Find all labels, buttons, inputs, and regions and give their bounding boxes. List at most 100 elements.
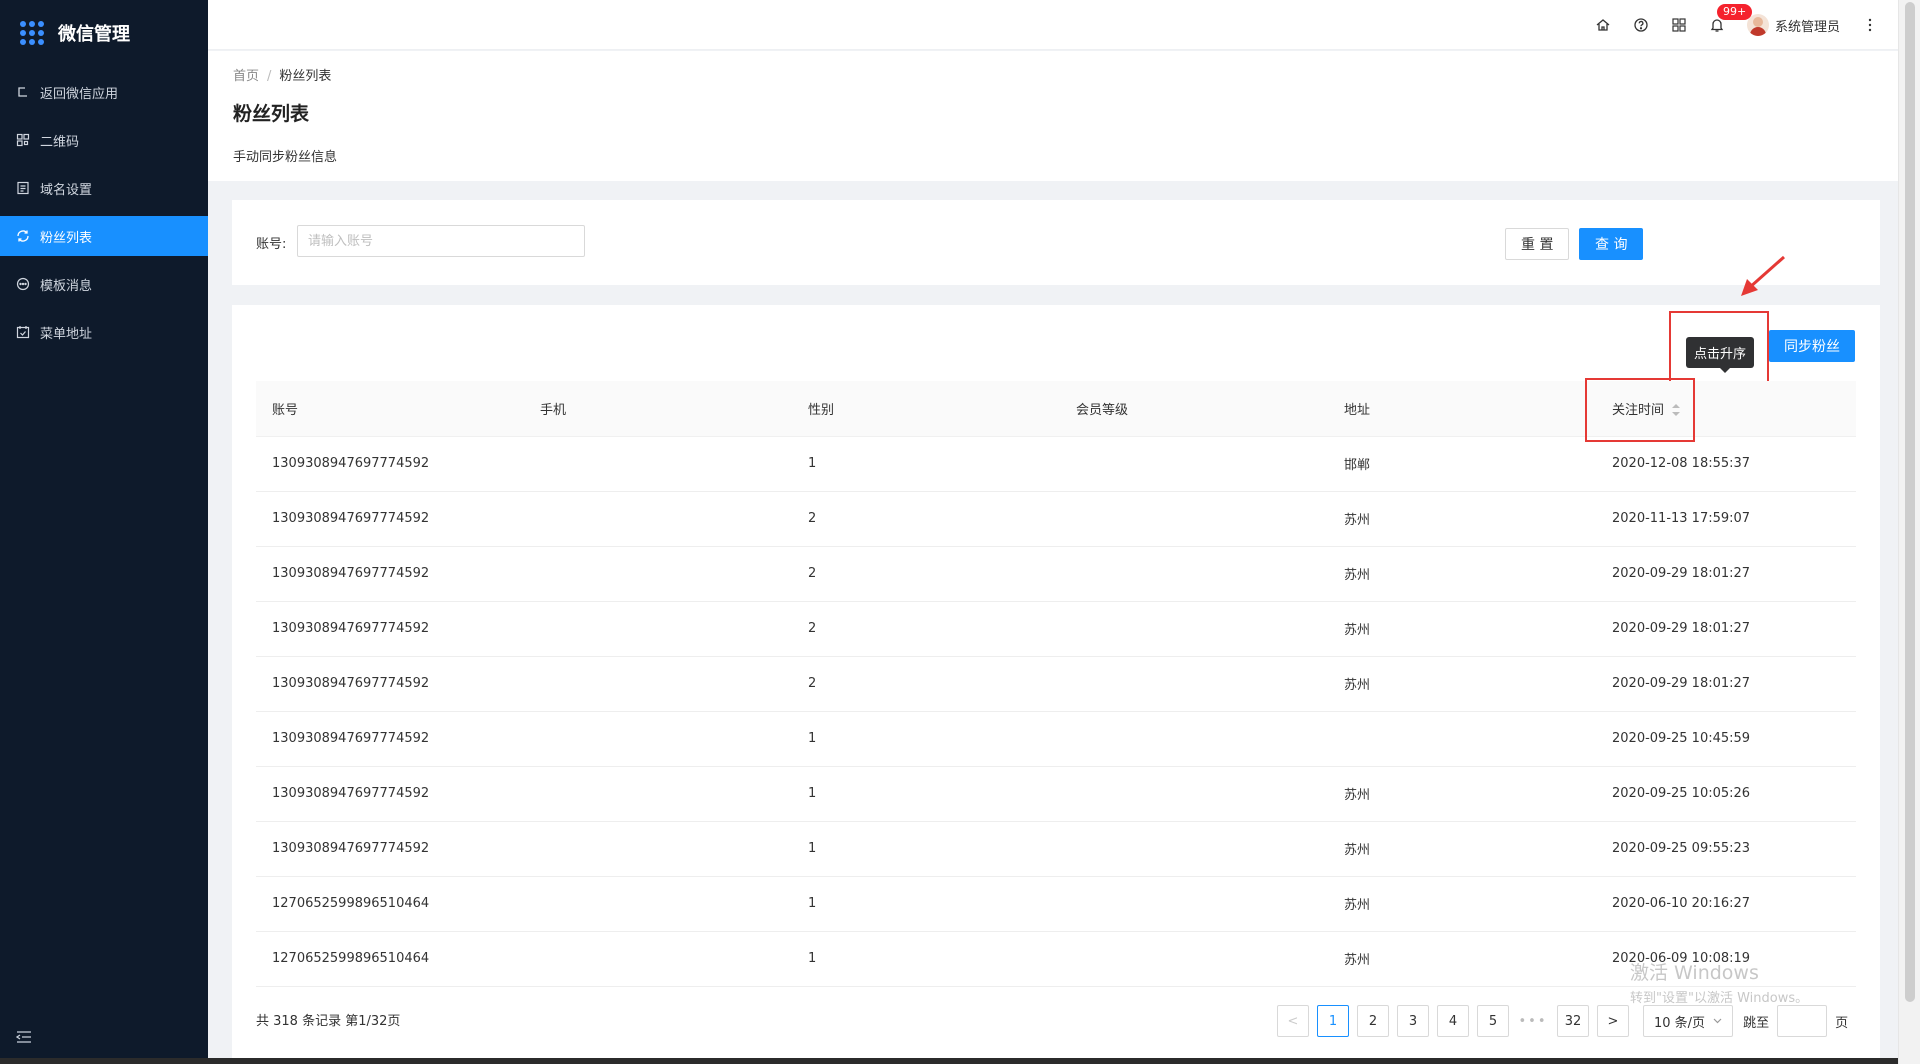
column-header-account: 账号 xyxy=(256,381,524,437)
cell-follow-time: 2020-12-08 18:55:37 xyxy=(1596,436,1856,492)
sidebar-item-return[interactable]: 返回微信应用 xyxy=(0,72,208,112)
fans-table: 账号 手机 性别 会员等级 地址 关注时间 130930894769777459… xyxy=(256,381,1856,987)
cell-phone xyxy=(524,821,792,877)
sidebar-item-template[interactable]: 模板消息 xyxy=(0,264,208,304)
cell-address: 苏州 xyxy=(1328,876,1596,932)
cell-account: 1309308947697774592 xyxy=(256,656,524,712)
page-title: 粉丝列表 xyxy=(233,103,310,125)
page-description: 手动同步粉丝信息 xyxy=(233,150,338,165)
cell-phone xyxy=(524,546,792,602)
sidebar-item-menu-url[interactable]: 菜单地址 xyxy=(0,312,208,352)
cell-phone xyxy=(524,656,792,712)
cell-phone xyxy=(524,931,792,987)
cell-account: 1309308947697774592 xyxy=(256,436,524,492)
app-title: 微信管理 xyxy=(58,24,130,45)
user-name: 系统管理员 xyxy=(1774,19,1840,35)
jump-to-label: 跳至 xyxy=(1743,1015,1770,1031)
sidebar-item-qrcode[interactable]: 二维码 xyxy=(0,120,208,160)
sidebar-item-label: 粉丝列表 xyxy=(40,230,93,246)
cell-member-level xyxy=(1060,876,1328,932)
cell-address: 苏州 xyxy=(1328,931,1596,987)
page-button-2[interactable]: 2 xyxy=(1357,1005,1389,1037)
cell-account: 1270652599896510464 xyxy=(256,931,524,987)
cell-member-level xyxy=(1060,491,1328,547)
reset-button[interactable]: 重 置 xyxy=(1505,228,1570,260)
more-vertical-icon[interactable] xyxy=(1862,17,1878,33)
account-label: 账号: xyxy=(256,237,287,252)
pagination-ellipsis[interactable]: ••• xyxy=(1517,1014,1549,1029)
table-row: 1270652599896510464 1 苏州 2020-06-10 20:16:2… xyxy=(256,876,1856,932)
avatar xyxy=(1746,14,1769,36)
sidebar-item-domain[interactable]: 域名设置 xyxy=(0,168,208,208)
table-row: 1309308947697774592 2 苏州 2020-09-29 18:01:2… xyxy=(256,546,1856,602)
sidebar-item-fans[interactable]: 粉丝列表 xyxy=(0,216,208,256)
breadcrumb-separator: / xyxy=(267,69,272,84)
page-button-last[interactable]: 32 xyxy=(1557,1005,1589,1037)
menu-collapse-icon[interactable] xyxy=(16,1030,32,1044)
cell-gender: 1 xyxy=(792,711,1060,767)
page-button-3[interactable]: 3 xyxy=(1397,1005,1429,1037)
next-page-button[interactable]: > xyxy=(1597,1005,1629,1037)
jump-page-input[interactable] xyxy=(1777,1005,1828,1037)
page-header: 首页 / 粉丝列表 粉丝列表 手动同步粉丝信息 xyxy=(208,51,1898,181)
annotation-highlight-tooltip xyxy=(1669,311,1769,383)
app-logo: 微信管理 xyxy=(0,0,208,66)
cell-address: 苏州 xyxy=(1328,601,1596,657)
sidebar: 微信管理 返回微信应用 二维码 域名设置 粉丝列表 模板消息 菜单地址 xyxy=(0,0,208,1064)
cell-follow-time: 2020-09-29 18:01:27 xyxy=(1596,656,1856,712)
cell-member-level xyxy=(1060,711,1328,767)
fans-table-card: 同步粉丝 点击升序 账号 手机 性别 会员等级 地址 关注时间 13093089… xyxy=(232,255,1880,1064)
cell-phone xyxy=(524,766,792,822)
page-button-4[interactable]: 4 xyxy=(1437,1005,1469,1037)
breadcrumb-home[interactable]: 首页 xyxy=(233,69,259,84)
windows-activation-watermark: 激活 Windows 转到"设置"以激活 Windows。 xyxy=(1630,958,1808,1006)
watermark-subtitle: 转到"设置"以激活 Windows。 xyxy=(1630,991,1809,1006)
cell-member-level xyxy=(1060,821,1328,877)
cell-address: 苏州 xyxy=(1328,766,1596,822)
account-search-input[interactable] xyxy=(297,225,585,257)
cell-member-level xyxy=(1060,656,1328,712)
message-icon xyxy=(16,277,30,291)
column-header-phone: 手机 xyxy=(524,381,792,437)
cell-gender: 2 xyxy=(792,601,1060,657)
cell-phone xyxy=(524,876,792,932)
cell-gender: 1 xyxy=(792,436,1060,492)
sidebar-item-label: 模板消息 xyxy=(40,278,93,294)
prev-page-button[interactable]: < xyxy=(1277,1005,1309,1037)
home-icon[interactable] xyxy=(1595,17,1611,33)
cell-phone xyxy=(524,491,792,547)
page-button-1[interactable]: 1 xyxy=(1317,1005,1349,1037)
column-header-member-level: 会员等级 xyxy=(1060,381,1328,437)
cell-address: 苏州 xyxy=(1328,821,1596,877)
table-row: 1309308947697774592 2 苏州 2020-11-13 17:59:0… xyxy=(256,491,1856,547)
cell-gender: 2 xyxy=(792,546,1060,602)
table-row: 1309308947697774592 1 邯郸 2020-12-08 18:55:3… xyxy=(256,436,1856,492)
cell-address xyxy=(1328,711,1596,767)
user-menu[interactable]: 系统管理员 xyxy=(1746,14,1840,36)
table-row: 1270652599896510464 1 苏州 2020-06-09 10:08:1… xyxy=(256,931,1856,987)
scrollbar-thumb[interactable] xyxy=(1905,2,1915,1002)
apps-grid-icon[interactable] xyxy=(1671,17,1687,33)
cell-gender: 1 xyxy=(792,876,1060,932)
page-size-select[interactable]: 10 条/页 xyxy=(1643,1005,1734,1037)
cell-follow-time: 2020-09-29 18:01:27 xyxy=(1596,546,1856,602)
cell-member-level xyxy=(1060,546,1328,602)
column-header-address: 地址 xyxy=(1328,381,1596,437)
cell-phone xyxy=(524,436,792,492)
help-icon[interactable] xyxy=(1633,17,1649,33)
table-row: 1309308947697774592 1 2020-09-25 10:45:59 xyxy=(256,711,1856,767)
cell-account: 1309308947697774592 xyxy=(256,546,524,602)
query-button[interactable]: 查 询 xyxy=(1579,228,1644,260)
notification-bell[interactable]: 99+ xyxy=(1709,4,1753,33)
page-button-5[interactable]: 5 xyxy=(1477,1005,1509,1037)
cell-follow-time: 2020-09-29 18:01:27 xyxy=(1596,601,1856,657)
search-form: 账号: 重 置 查 询 xyxy=(232,200,1880,285)
header-actions: 99+ 系统管理员 xyxy=(1595,0,1878,50)
page-suffix-label: 页 xyxy=(1835,1015,1849,1031)
page-scrollbar[interactable] xyxy=(1898,0,1920,1064)
cell-member-level xyxy=(1060,436,1328,492)
sync-fans-button[interactable]: 同步粉丝 xyxy=(1769,330,1855,362)
breadcrumb-current: 粉丝列表 xyxy=(279,69,332,84)
cell-member-level xyxy=(1060,601,1328,657)
sidebar-menu: 返回微信应用 二维码 域名设置 粉丝列表 模板消息 菜单地址 xyxy=(0,72,208,352)
